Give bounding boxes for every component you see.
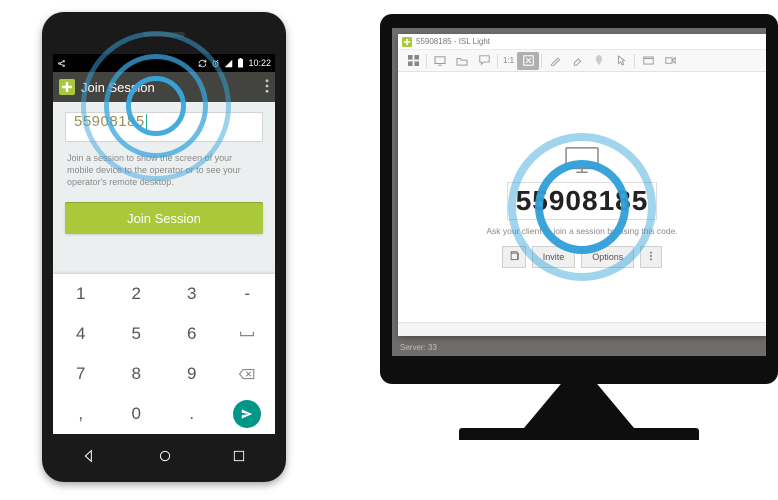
key-0[interactable]: 0 — [109, 394, 165, 434]
send-icon — [233, 400, 261, 428]
copy-button[interactable] — [502, 246, 526, 268]
chat-icon[interactable] — [473, 52, 495, 70]
session-code-display: 55908185 — [507, 182, 658, 220]
sync-icon — [198, 59, 207, 68]
battery-icon — [237, 58, 244, 68]
pointer-icon[interactable] — [610, 52, 632, 70]
key-5[interactable]: 5 — [109, 314, 165, 354]
action-row: Invite Options — [462, 246, 702, 268]
nav-back-icon[interactable] — [82, 448, 98, 464]
key-6[interactable]: 6 — [164, 314, 220, 354]
monitor-base — [459, 428, 699, 440]
marker-icon[interactable] — [588, 52, 610, 70]
screen-icon[interactable] — [429, 52, 451, 70]
overflow-menu-icon[interactable] — [265, 79, 269, 96]
monitor-body: 55908185 - ISL Light 1:1 — [380, 14, 778, 384]
toolbar: 1:1 — [398, 50, 766, 72]
session-code-input[interactable]: 55908185 — [65, 112, 263, 142]
folder-icon[interactable] — [451, 52, 473, 70]
session-help-text: Ask your client to join a session by usi… — [462, 226, 702, 236]
key-comma[interactable]: , — [53, 394, 109, 434]
share-icon — [57, 59, 66, 68]
statusbar-time: 10:22 — [248, 58, 271, 68]
key-4[interactable]: 4 — [53, 314, 109, 354]
window-statusline — [398, 322, 766, 336]
ratio-1-1-button[interactable]: 1:1 — [500, 56, 517, 65]
key-8[interactable]: 8 — [109, 354, 165, 394]
alarm-icon — [211, 59, 220, 68]
nav-home-icon[interactable] — [157, 448, 173, 464]
key-1[interactable]: 1 — [53, 274, 109, 314]
fit-screen-icon[interactable] — [517, 52, 539, 70]
help-text: Join a session to show the screen of you… — [67, 152, 261, 188]
signal-icon — [224, 59, 233, 68]
key-backspace[interactable] — [220, 354, 276, 394]
numeric-keypad: 1 2 3 - 4 5 6 7 8 9 — [53, 274, 275, 434]
app-window: 55908185 - ISL Light 1:1 — [398, 34, 766, 336]
window-titlebar: 55908185 - ISL Light — [398, 34, 766, 50]
pen-icon[interactable] — [544, 52, 566, 70]
app-bar: Join Session — [53, 72, 275, 102]
server-status: Server: 33 — [400, 343, 437, 352]
key-send[interactable] — [220, 394, 276, 434]
key-3[interactable]: 3 — [164, 274, 220, 314]
key-space[interactable] — [220, 314, 276, 354]
monitor-screen: 55908185 - ISL Light 1:1 — [392, 28, 766, 356]
more-button[interactable] — [640, 246, 662, 268]
phone-device: 10:22 Join Session 55908185 Join a sessi… — [42, 12, 286, 482]
key-7[interactable]: 7 — [53, 354, 109, 394]
android-statusbar: 10:22 — [53, 54, 275, 72]
eraser-icon[interactable] — [566, 52, 588, 70]
window-icon[interactable] — [637, 52, 659, 70]
remote-screen-icon — [563, 146, 601, 176]
app-logo-icon — [59, 79, 75, 95]
nav-recent-icon[interactable] — [232, 449, 246, 463]
session-stage: 55908185 Ask your client to join a sessi… — [398, 72, 766, 322]
record-icon[interactable] — [659, 52, 681, 70]
session-code-value: 55908185 — [74, 113, 145, 130]
text-cursor — [146, 114, 147, 130]
phone-speaker — [143, 32, 185, 37]
invite-button[interactable]: Invite — [532, 246, 576, 268]
window-title: 55908185 - ISL Light — [416, 37, 490, 46]
key-period[interactable]: . — [164, 394, 220, 434]
key-dash[interactable]: - — [220, 274, 276, 314]
key-2[interactable]: 2 — [109, 274, 165, 314]
window-logo-icon — [402, 37, 412, 47]
grid-view-icon[interactable] — [402, 52, 424, 70]
phone-screen: 10:22 Join Session 55908185 Join a sessi… — [53, 54, 275, 434]
monitor-stand — [524, 382, 634, 428]
options-button[interactable]: Options — [581, 246, 634, 268]
join-session-button[interactable]: Join Session — [65, 202, 263, 234]
content-area: 55908185 Join a session to show the scre… — [53, 102, 275, 234]
android-navbar — [53, 440, 275, 472]
app-bar-title: Join Session — [81, 80, 259, 95]
session-box: 55908185 Ask your client to join a sessi… — [462, 146, 702, 268]
desktop-monitor: 55908185 - ISL Light 1:1 — [380, 14, 778, 474]
key-9[interactable]: 9 — [164, 354, 220, 394]
